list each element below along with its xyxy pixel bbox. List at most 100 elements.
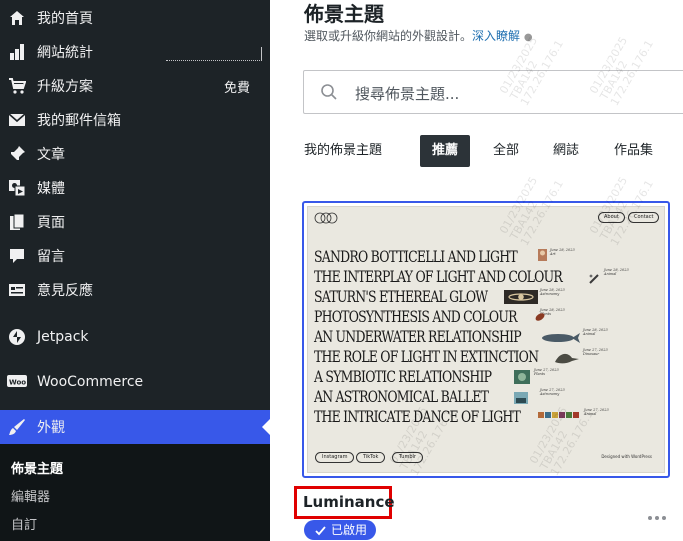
sidebar-item-label: 我的首頁 [37,11,93,27]
sidebar-item-label: 我的郵件信箱 [37,113,121,129]
page-title: 佈景主題 [304,2,384,26]
active-theme-label: 已啟用 [331,523,368,537]
sidebar-item-label: 網站統計 [37,45,93,61]
preview-nav-about: About [598,212,625,223]
preview-post-title: THE ROLE OF LIGHT IN EXTINCTION [314,347,539,366]
sidebar-item-label: Jetpack [37,329,89,345]
preview-post-meta: June 28, 2023 Astronomy [540,288,565,296]
sidebar-item-label: 意見反應 [37,283,93,299]
svg-text:Woo: Woo [9,379,26,387]
tab-all[interactable]: 全部 [481,135,531,167]
plan-badge: 免費 [223,80,250,96]
stats-sparkline [166,60,262,61]
preview-post-meta: June 27, 2023 Dinosaur [583,348,608,356]
submenu-item-editor[interactable]: 編輯器 [11,486,50,505]
preview-footer-link: TikTok [356,452,386,463]
checkmark-icon [314,523,327,541]
tab-recommended[interactable]: 推薦 [420,135,471,167]
sidebar-item-jetpack[interactable]: Jetpack [0,320,270,354]
cart-icon [7,76,27,96]
home-icon [7,8,27,28]
theme-name[interactable]: Luminance [294,486,395,519]
preview-post-meta: June 27, 2023 Plants [534,368,559,376]
preview-post-title: A SYMBIOTIC RELATIONSHIP [314,367,492,386]
pages-icon [7,212,27,232]
appearance-icon [7,417,27,437]
preview-post-title: AN UNDERWATER RELATIONSHIP [314,327,522,346]
preview-thumbnail [504,290,538,304]
sidebar-item-label: 頁面 [37,215,65,231]
preview-thumbnail [514,370,530,384]
sidebar-item-label: 文章 [37,147,65,163]
theme-preview: About Contact SANDRO BOTTICELLI AND LIGH… [307,206,665,473]
learn-more-link[interactable]: 深入瞭解 [472,29,520,43]
stats-sparkline-tick [261,47,262,61]
sidebar-item-label: 外觀 [37,420,65,436]
sidebar-item-woocommerce[interactable]: Woo WooCommerce [0,365,270,399]
search-input[interactable]: 搜尋佈景主題... [355,83,459,104]
sidebar-item-comments[interactable]: 留言 [0,239,270,273]
preview-thumbnail [589,274,599,284]
page-subtitle: 選取或升級你網站的外觀設計。深入瞭解 ● [304,27,533,44]
search-icon [320,83,338,105]
preview-post-title: PHOTOSYNTHESIS AND COLOUR [314,307,517,326]
preview-credit: Designed with WordPress [601,454,652,459]
theme-search-field[interactable]: 搜尋佈景主題... [303,70,683,114]
subtitle-text: 選取或升級你網站的外觀設計。 [304,29,473,43]
jetpack-icon [7,327,27,347]
ellipsis-icon [648,516,666,520]
active-theme-badge: 已啟用 [304,520,376,540]
tab-blog[interactable]: 網誌 [541,135,591,167]
preview-thumbnail [514,392,528,404]
preview-post-title: SANDRO BOTTICELLI AND LIGHT [314,247,518,266]
sidebar-item-mail[interactable]: 我的郵件信箱 [0,103,270,137]
preview-thumbnail [555,353,579,364]
comment-icon [7,246,27,266]
help-icon[interactable]: ● [524,32,533,43]
preview-thumbnail [535,313,545,321]
appearance-submenu: 佈景主題 編輯器 自訂 [0,444,270,541]
app-window: 我的首頁 網站統計 升級方案 免費 我的郵件信箱 文章 媒體 頁面 留言 意見反… [0,0,683,541]
sidebar-item-stats[interactable]: 網站統計 [0,35,270,69]
theme-card[interactable]: About Contact SANDRO BOTTICELLI AND LIGH… [302,201,670,478]
preview-post-meta: June 27, 2023 Animal [584,408,609,416]
sidebar-item-label: 升級方案 [37,79,93,95]
preview-post-title: SATURN'S ETHEREAL GLOW [314,287,488,306]
sidebar-item-label: WooCommerce [37,374,144,390]
media-icon [7,178,27,198]
tab-my-themes[interactable]: 我的佈景主題 [304,135,394,167]
preview-post-meta: June 27, 2023 Astronomy [540,388,565,396]
preview-thumbnail [538,412,579,418]
preview-post-title: THE INTERPLAY OF LIGHT AND COLOUR [314,267,563,286]
sidebar-item-pages[interactable]: 頁面 [0,205,270,239]
preview-post-meta: June 28, 2023 Animal [604,268,629,276]
preview-post-title: AN ASTRONOMICAL BALLET [314,387,489,406]
sidebar-item-upgrades[interactable]: 升級方案 免費 [0,69,270,103]
sidebar-item-home[interactable]: 我的首頁 [0,1,270,35]
preview-footer-link: Tumblr [392,452,423,463]
sidebar-item-label: 媒體 [37,181,65,197]
sidebar-item-appearance[interactable]: 外觀 [0,410,270,444]
preview-post-meta: June 28, 2023 Art [550,248,575,256]
sidebar-item-feedback[interactable]: 意見反應 [0,273,270,307]
admin-sidebar: 我的首頁 網站統計 升級方案 免費 我的郵件信箱 文章 媒體 頁面 留言 意見反… [0,0,270,541]
sidebar-item-label: 留言 [37,249,65,265]
theme-logo-icon [314,212,338,224]
submenu-item-customize[interactable]: 自訂 [11,514,37,533]
preview-post-title: THE INTRICATE DANCE OF LIGHT [314,407,521,426]
stats-icon [7,42,27,62]
preview-post-meta: June 28, 2023 Animal [583,328,608,336]
themes-main: 佈景主題 選取或升級你網站的外觀設計。深入瞭解 ● 搜尋佈景主題... 我的佈景… [270,0,683,541]
preview-thumbnail [538,249,547,261]
more-options-button[interactable] [646,508,668,528]
submenu-item-themes[interactable]: 佈景主題 [11,458,63,477]
preview-footer-link: Instagram [315,452,355,463]
mail-icon [7,110,27,130]
sidebar-item-media[interactable]: 媒體 [0,171,270,205]
sidebar-item-posts[interactable]: 文章 [0,137,270,171]
tab-portfolio[interactable]: 作品集 [602,135,665,167]
feedback-icon [7,280,27,300]
preview-nav-contact: Contact [628,212,660,223]
preview-thumbnail [542,333,580,343]
pin-icon [7,144,27,164]
